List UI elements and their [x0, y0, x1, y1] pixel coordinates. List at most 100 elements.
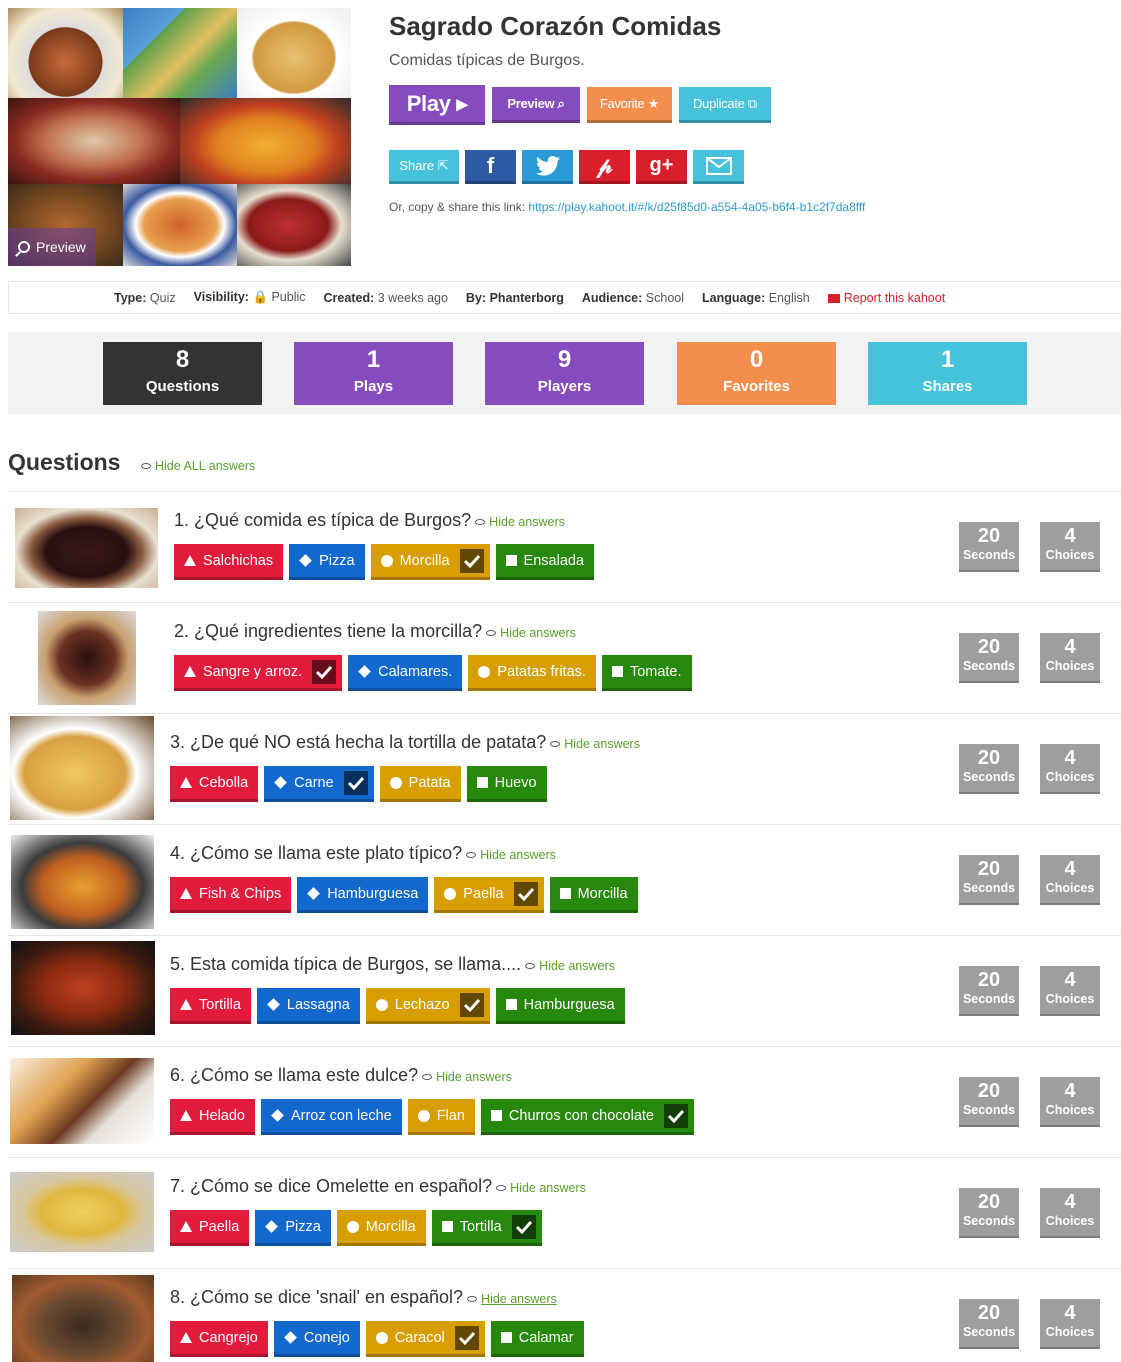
hide-answers-link[interactable]: Hide answers: [486, 626, 576, 640]
square-icon: [559, 888, 571, 899]
choices-count-badge: 4 Choices: [1040, 744, 1100, 794]
eye-icon: [550, 741, 561, 747]
cover-preview-button[interactable]: Preview: [8, 228, 96, 266]
favorite-button[interactable]: Favorite ★: [587, 87, 672, 123]
answer-option: Helado: [170, 1099, 255, 1135]
answer-label: Tomate.: [629, 663, 682, 680]
question-row: 4. ¿Cómo se llama este plato típico? Hide…: [8, 824, 1121, 935]
answer-option: Arroz con leche: [260, 1099, 402, 1135]
choices-count-badge: 4 Choices: [1040, 1299, 1100, 1349]
circle-icon: [478, 665, 491, 678]
report-kahoot-link[interactable]: Report this kahoot: [827, 291, 945, 305]
circle-icon: [375, 998, 388, 1011]
food-photo: [8, 98, 180, 184]
triangle-icon: [184, 666, 196, 677]
hide-answers-link[interactable]: Hide answers: [525, 959, 615, 973]
square-icon: [441, 1221, 453, 1232]
triangle-icon: [180, 777, 192, 788]
answer-list: Cebolla Carne Patata Huevo: [170, 766, 547, 802]
eye-icon: [422, 1074, 433, 1080]
checkmark-icon: [312, 659, 337, 684]
answer-label: Morcilla: [577, 885, 628, 902]
stats-panel: 8 Questions 1 Plays 9 Players 0 Favorites 1S…: [8, 332, 1121, 414]
answer-label: Carne: [294, 774, 334, 791]
square-icon: [476, 777, 488, 788]
answer-label: Pizza: [319, 552, 355, 569]
meta-language: Language: English: [702, 290, 810, 305]
circle-icon: [444, 887, 457, 900]
googleplus-share-button[interactable]: g+: [636, 150, 687, 184]
hide-answers-link[interactable]: Hide answers: [475, 515, 565, 529]
twitter-share-button[interactable]: [522, 150, 573, 184]
answer-label: Pizza: [285, 1218, 321, 1235]
answer-label: Cebolla: [199, 774, 249, 791]
answer-list: Sangre y arroz. Calamares. Patatas fritas.…: [174, 655, 692, 691]
answer-list: Salchichas Pizza Morcilla Ensalada: [174, 544, 595, 580]
diamond-icon: [271, 1109, 284, 1122]
hide-answers-link[interactable]: Hide answers: [467, 1292, 557, 1306]
diamond-icon: [274, 776, 288, 789]
question-image: [38, 611, 136, 705]
question-text: 1. ¿Qué comida es típica de Burgos? Hide …: [174, 510, 565, 530]
checkmark-icon: [459, 548, 484, 573]
food-photo: [237, 184, 351, 266]
answer-label: Tortilla: [199, 996, 241, 1013]
diamond-icon: [358, 665, 372, 678]
answer-option: Conejo: [273, 1321, 360, 1357]
eye-icon: [475, 519, 486, 525]
answer-option: Hamburguesa: [297, 877, 429, 913]
answer-label: Calamares.: [378, 663, 453, 680]
answer-label: Paella: [199, 1218, 240, 1235]
hide-answers-link[interactable]: Hide answers: [550, 737, 640, 751]
pinterest-share-button[interactable]: 𝓅: [579, 150, 630, 184]
triangle-icon: [180, 1221, 192, 1232]
choices-count-badge: 4 Choices: [1040, 522, 1100, 572]
stat-questions: 8 Questions: [103, 342, 262, 405]
duplicate-button[interactable]: Duplicate ⧉: [679, 87, 771, 123]
triangle-icon: [180, 999, 192, 1010]
answer-option: Cebolla: [170, 766, 259, 802]
answer-label: Hamburguesa: [327, 885, 419, 902]
play-button[interactable]: Play ▸: [389, 85, 485, 125]
answer-option: Sangre y arroz.: [174, 655, 343, 691]
checkmark-icon: [511, 1214, 536, 1239]
map-photo: [123, 8, 237, 98]
share-button[interactable]: Share ⇱: [389, 150, 459, 184]
stat-players: 9 Players: [485, 342, 644, 405]
choices-count-badge: 4 Choices: [1040, 966, 1100, 1016]
answer-label: Sangre y arroz.: [203, 663, 303, 680]
question-text: 4. ¿Cómo se llama este plato típico? Hide…: [170, 843, 556, 863]
answer-option: Flan: [407, 1099, 475, 1135]
time-limit-badge: 20 Seconds: [959, 855, 1019, 905]
stat-shares: 1 Shares: [868, 342, 1027, 405]
question-row: 6. ¿Cómo se llama este dulce? Hide answer…: [8, 1046, 1121, 1157]
choices-count-badge: 4 Choices: [1040, 855, 1100, 905]
answer-label: Hamburguesa: [523, 996, 615, 1013]
choices-count-badge: 4 Choices: [1040, 633, 1100, 683]
answer-option: Salchichas: [174, 544, 284, 580]
share-link[interactable]: https://play.kahoot.it/#/k/d25f85d0-a554…: [528, 200, 865, 214]
answer-label: Fish & Chips: [199, 885, 282, 902]
hide-answers-link[interactable]: Hide answers: [496, 1181, 586, 1195]
diamond-icon: [283, 1331, 297, 1344]
hide-answers-link[interactable]: Hide answers: [466, 848, 556, 862]
answer-label: Conejo: [303, 1329, 350, 1346]
answer-option: Tomate.: [601, 655, 692, 691]
eye-icon: [466, 852, 477, 858]
facebook-icon: f: [486, 152, 495, 178]
food-photo: [237, 8, 351, 98]
kahoot-meta-bar: Type: Quiz Visibility: 🔒 Public Created:…: [8, 281, 1121, 314]
answer-option: Tortilla: [431, 1210, 542, 1246]
answer-option: Morcilla: [549, 877, 638, 913]
eye-icon: [141, 463, 151, 469]
facebook-share-button[interactable]: f: [465, 150, 516, 184]
square-icon: [505, 999, 517, 1010]
kahoot-description: Comidas típicas de Burgos.: [389, 52, 585, 69]
question-image: [10, 1058, 154, 1144]
preview-button[interactable]: Preview ⌕: [492, 87, 580, 123]
email-share-button[interactable]: [693, 150, 744, 184]
hide-all-answers-link[interactable]: Hide ALL answers: [141, 459, 255, 473]
share-buttons: Share ⇱ f 𝓅 g+: [389, 150, 744, 184]
hide-answers-link[interactable]: Hide answers: [422, 1070, 512, 1084]
question-text: 7. ¿Cómo se dice Omelette en español? Hid…: [170, 1176, 586, 1196]
